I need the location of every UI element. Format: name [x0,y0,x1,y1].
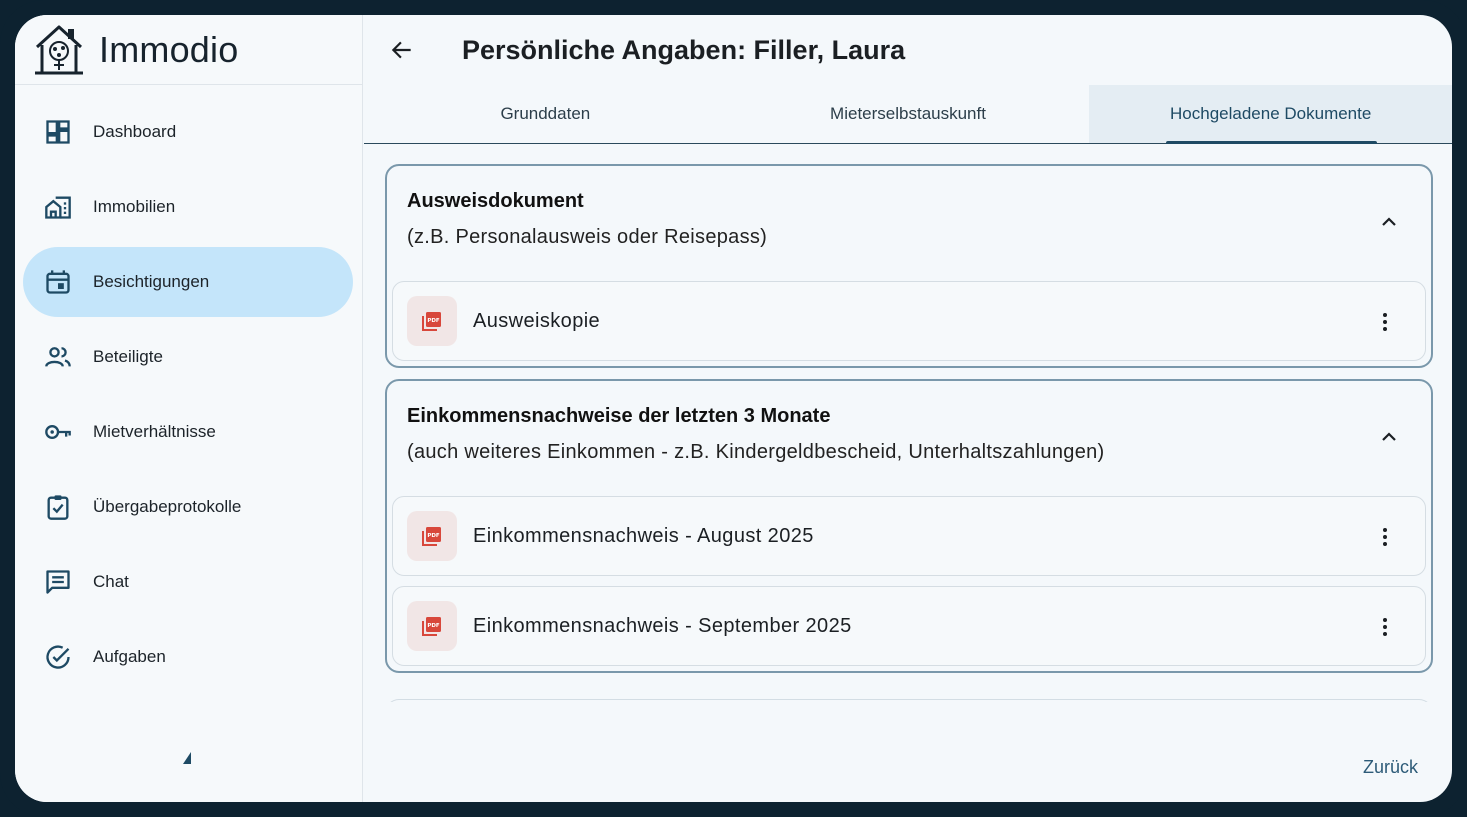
svg-text:PDF: PDF [427,533,440,539]
sidebar-item-label: Aufgaben [93,647,166,666]
section-title: Einkommensnachweise der letzten 3 Monate [407,405,831,427]
tab-grunddaten[interactable]: Grunddaten [364,85,727,143]
section-einkommensnachweise: Einkommensnachweise der letzten 3 Monate… [385,379,1433,673]
tab-label: Grunddaten [500,104,591,123]
active-tab-indicator [1166,141,1378,144]
sidebar-item-dashboard[interactable]: Dashboard [23,97,353,167]
back-arrow-button[interactable] [386,34,418,66]
topbar: Persönliche Angaben: Filler, Laura [364,15,1452,85]
chevron-up-icon[interactable] [1377,425,1401,449]
section-title: Ausweisdokument [407,190,584,212]
section-ausweisdokument: Ausweisdokument (z.B. Personalausweis od… [385,164,1433,368]
more-vert-icon[interactable] [1373,525,1397,549]
dashboard-icon [43,117,73,147]
chevron-up-icon[interactable] [1377,210,1401,234]
clipboard-check-icon [43,492,73,522]
app-name: Immodio [99,28,239,70]
documents-list: Ausweisdokument (z.B. Personalausweis od… [364,145,1452,702]
pdf-file-icon: PDF [407,601,457,651]
sidebar-item-label: Besichtigungen [93,272,210,291]
app-screen: Immodio Dashboard Immobilien Besichtigun… [15,15,1452,802]
key-icon [43,417,73,447]
sidebar-nav: Dashboard Immobilien Besichtigungen Bete… [15,97,363,697]
brand[interactable]: Immodio [15,15,362,85]
sidebar-item-aufgaben[interactable]: Aufgaben [23,622,353,692]
document-row[interactable]: PDF Einkommensnachweis - August 2025 [392,496,1426,576]
document-name: Ausweiskopie [473,309,601,332]
section-subtitle: (auch weiteres Einkommen - z.B. Kinderge… [407,441,1105,463]
sidebar-item-immobilien[interactable]: Immobilien [23,172,353,242]
sidebar-item-beteiligte[interactable]: Beteiligte [23,322,353,392]
more-vert-icon[interactable] [1373,615,1397,639]
people-icon [43,342,73,372]
svg-text:PDF: PDF [427,318,440,324]
main-content: Persönliche Angaben: Filler, Laura Grund… [364,15,1452,802]
collapse-handle-icon[interactable] [181,750,193,764]
device-frame: Immodio Dashboard Immobilien Besichtigun… [0,0,1467,817]
arrow-left-icon [391,41,411,59]
sidebar-item-mietverhaeltnisse[interactable]: Mietverhältnisse [23,397,353,467]
tab-label: Mieterselbstauskunft [830,104,986,123]
document-row[interactable]: PDF Einkommensnachweis - September 2025 [392,586,1426,666]
pdf-file-icon: PDF [407,296,457,346]
more-vert-icon[interactable] [1373,310,1397,334]
section-header[interactable]: Einkommensnachweise der letzten 3 Monate… [387,381,1431,496]
section-header[interactable]: Ausweisdokument (z.B. Personalausweis od… [387,166,1431,281]
chat-icon [43,567,73,597]
sidebar-item-label: Chat [93,572,129,591]
buildings-icon [43,192,73,222]
document-row[interactable]: PDF Ausweiskopie [392,281,1426,361]
sidebar-item-label: Übergabeprotokolle [93,497,242,516]
check-circle-icon [43,642,73,672]
svg-text:PDF: PDF [427,623,440,629]
zurueck-button[interactable]: Zurück [1363,757,1418,778]
sidebar-item-chat[interactable]: Chat [23,547,353,617]
calendar-icon [43,267,73,297]
sidebar-item-besichtigungen[interactable]: Besichtigungen [23,247,353,317]
sidebar-item-label: Dashboard [93,122,177,141]
sidebar-item-uebergabeprotokolle[interactable]: Übergabeprotokolle [23,472,353,542]
pdf-file-icon: PDF [407,511,457,561]
tab-bar: Grunddaten Mieterselbstauskunft Hochgela… [364,85,1452,144]
sidebar-item-label: Mietverhältnisse [93,422,216,441]
house-logo-icon [35,25,83,74]
tab-hochgeladene-dokumente[interactable]: Hochgeladene Dokumente [1089,85,1452,144]
sidebar-item-label: Beteiligte [93,347,163,366]
tab-mieterselbstauskunft[interactable]: Mieterselbstauskunft [727,85,1090,143]
sidebar-item-label: Immobilien [93,197,176,216]
sidebar: Immodio Dashboard Immobilien Besichtigun… [15,15,363,802]
document-name: Einkommensnachweis - August 2025 [473,524,814,547]
page-title: Persönliche Angaben: Filler, Laura [462,34,906,65]
next-section-peek [385,699,1433,702]
tab-label: Hochgeladene Dokumente [1170,104,1372,123]
document-name: Einkommensnachweis - September 2025 [473,614,852,637]
section-subtitle: (z.B. Personalausweis oder Reisepass) [407,226,768,248]
